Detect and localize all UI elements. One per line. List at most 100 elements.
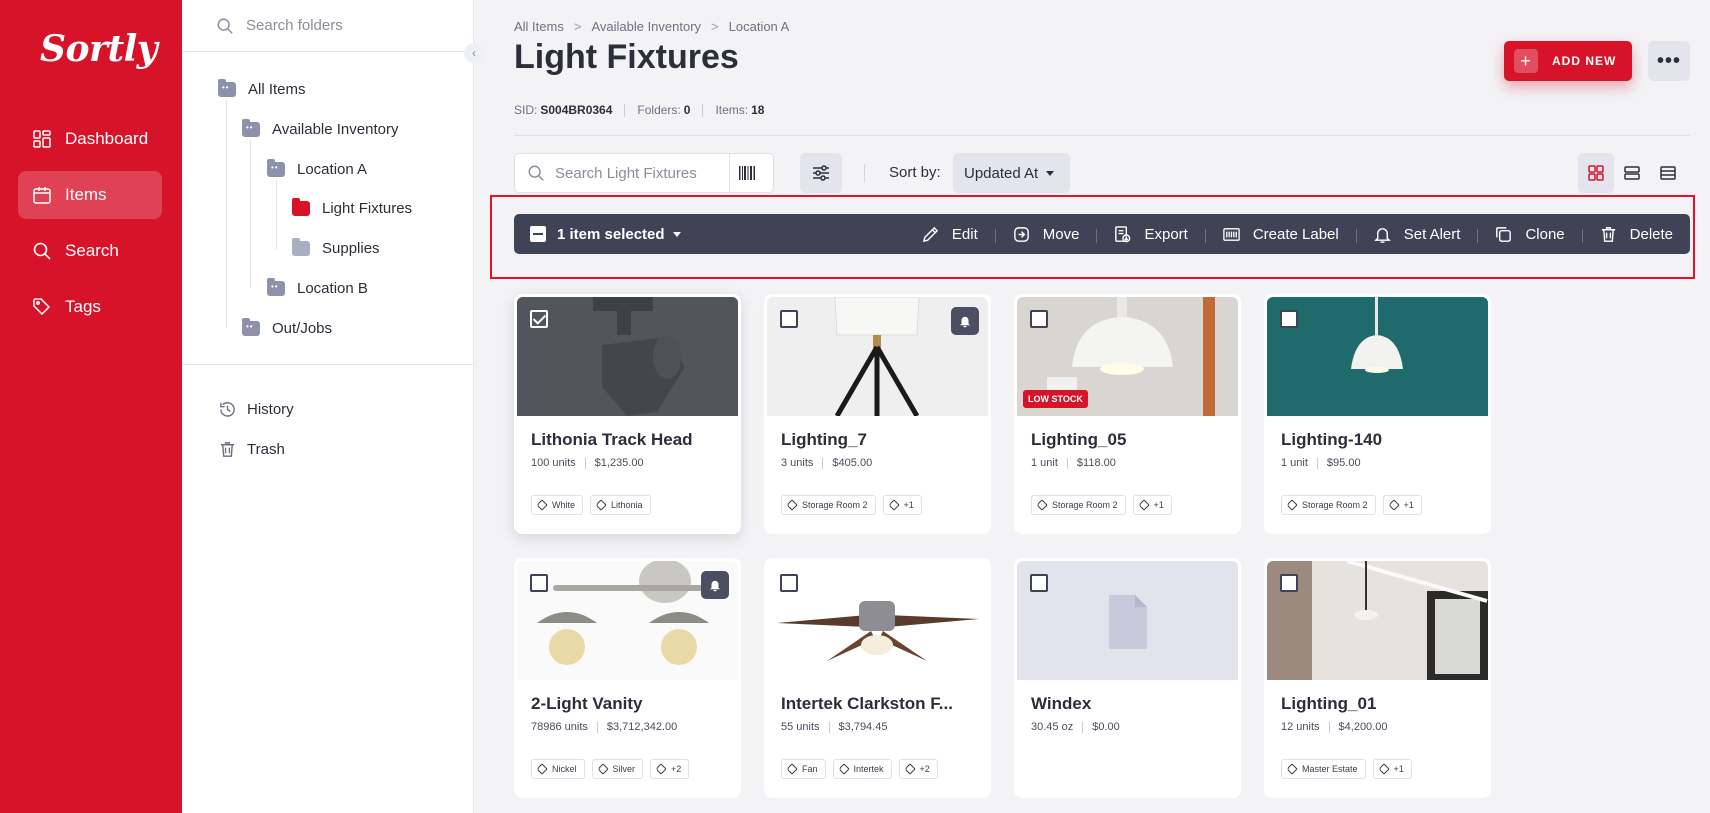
- item-price: $3,712,342.00: [606, 721, 678, 733]
- item-name: Lighting_7: [781, 430, 867, 449]
- item-tags: Storage Room 2 +1: [781, 495, 922, 515]
- folder-location-b[interactable]: Location B: [267, 276, 368, 300]
- breadcrumb-item[interactable]: All Items: [514, 19, 564, 34]
- item-price: $405.00: [832, 457, 873, 469]
- tag-chip[interactable]: Nickel: [531, 759, 585, 779]
- tag-chip[interactable]: Silver: [591, 759, 644, 779]
- item-tags: White Lithonia: [531, 495, 651, 515]
- create-label-label: Create Label: [1252, 225, 1339, 243]
- table-view-button[interactable]: [1650, 153, 1686, 193]
- history-link[interactable]: History: [218, 400, 294, 419]
- more-options-button[interactable]: •••: [1648, 41, 1690, 81]
- more-icon: •••: [1656, 49, 1681, 72]
- tag-chip[interactable]: Fan: [781, 759, 826, 779]
- pencil-icon: [922, 226, 939, 242]
- breadcrumb: All Items > Available Inventory > Locati…: [514, 19, 789, 34]
- sortly-logo[interactable]: Sortly: [40, 28, 158, 70]
- item-card[interactable]: Lighting_7 3 units $405.00 Storage Room 2…: [764, 294, 991, 534]
- item-image: [1267, 561, 1488, 680]
- list-view-button[interactable]: [1614, 153, 1650, 193]
- main-nav: Sortly Dashboard Items Search Tags: [0, 0, 182, 813]
- breadcrumb-item[interactable]: Location A: [729, 19, 790, 34]
- trash-link[interactable]: Trash: [218, 440, 285, 459]
- folder-available-inventory[interactable]: Available Inventory: [242, 117, 398, 141]
- folder-out-jobs[interactable]: Out/Jobs: [242, 316, 332, 340]
- nav-item-tags[interactable]: Tags: [18, 283, 162, 331]
- tag-chip[interactable]: +1: [882, 495, 922, 515]
- nav-item-dashboard[interactable]: Dashboard: [18, 115, 162, 163]
- breadcrumb-item[interactable]: Available Inventory: [591, 19, 701, 34]
- item-meta: 30.45 oz $0.00: [1031, 721, 1120, 733]
- trash-label: Trash: [247, 441, 285, 458]
- move-button[interactable]: Move: [994, 225, 1097, 244]
- tag-chip[interactable]: +2: [650, 759, 690, 779]
- tag-chip[interactable]: Master Estate: [1281, 759, 1366, 779]
- item-name: Windex: [1031, 694, 1092, 713]
- add-new-button[interactable]: + ADD NEW: [1504, 41, 1632, 81]
- trash-icon: [220, 442, 235, 457]
- item-search-input[interactable]: Search Light Fixtures: [514, 153, 774, 193]
- folder-panel: Search folders ‹ All Items Available Inv…: [182, 0, 484, 813]
- folder-search-input[interactable]: Search folders: [182, 0, 474, 52]
- barcode-scan-button[interactable]: [729, 154, 773, 192]
- tag-chip[interactable]: +1: [1382, 495, 1422, 515]
- tag-chip[interactable]: +1: [1132, 495, 1172, 515]
- folder-light-fixtures[interactable]: Light Fixtures: [292, 196, 412, 220]
- tag-chip[interactable]: +2: [898, 759, 938, 779]
- edit-button[interactable]: Edit: [904, 225, 995, 244]
- grid-view-button[interactable]: [1578, 153, 1614, 193]
- nav-item-items[interactable]: Items: [18, 171, 162, 219]
- selection-dropdown[interactable]: 1 item selected: [557, 226, 681, 243]
- folder-meta: SID: S004BR0364 Folders: 0 Items: 18: [514, 103, 764, 117]
- tag-chip[interactable]: Storage Room 2: [781, 495, 876, 515]
- folder-supplies[interactable]: Supplies: [292, 236, 380, 260]
- item-meta: 12 units $4,200.00: [1281, 721, 1387, 733]
- folder-all-items[interactable]: All Items: [218, 77, 306, 101]
- item-name: Lithonia Track Head: [531, 430, 693, 449]
- tag-chip[interactable]: Storage Room 2: [1031, 495, 1126, 515]
- select-all-checkbox[interactable]: [530, 226, 546, 242]
- set-alert-button[interactable]: Set Alert: [1355, 225, 1478, 244]
- clone-button[interactable]: Clone: [1477, 225, 1581, 244]
- delete-button[interactable]: Delete: [1581, 225, 1690, 244]
- item-price: $0.00: [1092, 721, 1120, 733]
- item-tags: Storage Room 2 +1: [1031, 495, 1172, 515]
- item-card[interactable]: Intertek Clarkston F... 55 units $3,794.4…: [764, 558, 991, 798]
- tag-chip[interactable]: Storage Room 2: [1281, 495, 1376, 515]
- nav-item-label: Search: [65, 241, 119, 260]
- tags-icon: [32, 297, 52, 317]
- tag-chip[interactable]: Intertek: [832, 759, 892, 779]
- item-checkbox[interactable]: [780, 574, 798, 592]
- folder-label: Light Fixtures: [322, 199, 413, 217]
- tag-chip[interactable]: White: [531, 495, 584, 515]
- export-button[interactable]: Export: [1096, 225, 1204, 244]
- item-checkbox[interactable]: [530, 310, 548, 328]
- item-checkbox[interactable]: [530, 574, 548, 592]
- item-meta: 100 units $1,235.00: [531, 457, 644, 469]
- item-checkbox[interactable]: [1030, 574, 1048, 592]
- page-title: Light Fixtures: [514, 38, 739, 76]
- item-name: Lighting_01: [1281, 694, 1377, 713]
- filter-button[interactable]: [800, 153, 842, 193]
- item-card[interactable]: Lithonia Track Head 100 units $1,235.00 W…: [514, 294, 741, 534]
- nav-item-search[interactable]: Search: [18, 227, 162, 275]
- item-quantity: 78986 units: [531, 721, 588, 733]
- item-card[interactable]: Windex 30.45 oz $0.00: [1014, 558, 1241, 798]
- item-checkbox[interactable]: [1030, 310, 1048, 328]
- sort-dropdown[interactable]: Updated At: [953, 153, 1070, 193]
- item-card[interactable]: LOW STOCK Lighting_05 1 unit $118.00 Stor…: [1014, 294, 1241, 534]
- folder-label: Out/Jobs: [272, 319, 333, 337]
- folder-location-a[interactable]: Location A: [267, 157, 367, 181]
- item-card[interactable]: Lighting_01 12 units $4,200.00 Master Est…: [1264, 558, 1491, 798]
- item-checkbox[interactable]: [1280, 310, 1298, 328]
- tag-chip[interactable]: Lithonia: [590, 495, 651, 515]
- item-image: [517, 297, 738, 416]
- search-icon: [32, 241, 52, 261]
- item-card[interactable]: Lighting-140 1 unit $95.00 Storage Room 2…: [1264, 294, 1491, 534]
- item-checkbox[interactable]: [1280, 574, 1298, 592]
- tag-chip[interactable]: +1: [1372, 759, 1412, 779]
- create-label-button[interactable]: Create Label: [1204, 225, 1356, 244]
- item-checkbox[interactable]: [780, 310, 798, 328]
- item-card[interactable]: 2-Light Vanity 78986 units $3,712,342.00 …: [514, 558, 741, 798]
- low-stock-badge: LOW STOCK: [1023, 390, 1088, 408]
